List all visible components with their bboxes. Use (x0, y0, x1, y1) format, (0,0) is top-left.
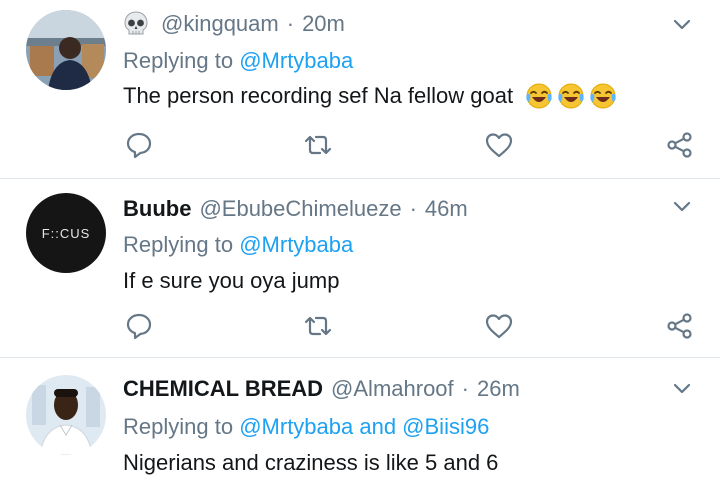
tweet-text: If e sure you oya jump (123, 268, 339, 294)
chevron-down-icon[interactable] (670, 194, 694, 218)
tweet-header: @kingquam · 20m (123, 9, 345, 39)
chevron-down-icon[interactable] (670, 12, 694, 36)
face-with-tears-of-joy-icon (558, 83, 584, 109)
tweet-timestamp[interactable]: 46m (425, 196, 468, 222)
tweet-3[interactable]: CHEMICAL BREAD @Almahroof · 26m Replying… (0, 358, 720, 480)
separator-dot: · (409, 196, 417, 221)
tweet-header: CHEMICAL BREAD @Almahroof · 26m (123, 374, 520, 404)
tweet-body: If e sure you oya jump (123, 268, 340, 293)
avatar-logo-text: F::CUS (41, 225, 91, 241)
tweet-body: Nigerians and craziness is like 5 and 6 (123, 450, 499, 475)
avatar[interactable]: F::CUS (26, 193, 106, 273)
reply-icon[interactable] (124, 130, 154, 160)
replying-to-label: Replying to (123, 232, 234, 257)
separator-dot: · (461, 376, 469, 401)
retweet-icon[interactable] (303, 311, 333, 341)
tweet-text: The person recording sef Na fellow goat (123, 82, 617, 110)
tweet-2[interactable]: F::CUS Buube @EbubeChimelueze · 46m Repl… (0, 179, 720, 357)
tweet-header: Buube @EbubeChimelueze · 46m (123, 194, 468, 224)
user-handle[interactable]: @kingquam (161, 11, 279, 37)
mention-link[interactable]: @Mrtybaba and @Biisi96 (239, 414, 489, 439)
display-name[interactable]: CHEMICAL BREAD (123, 376, 323, 402)
mention-link[interactable]: @Mrtybaba (239, 232, 353, 257)
like-icon[interactable] (484, 130, 514, 160)
face-with-tears-of-joy-icon (526, 83, 552, 109)
avatar[interactable] (26, 375, 106, 455)
display-name[interactable]: Buube (123, 196, 191, 222)
replying-to-label: Replying to (123, 48, 234, 73)
share-icon[interactable] (665, 311, 695, 341)
replying-to-label: Replying to (123, 414, 234, 439)
like-icon[interactable] (484, 311, 514, 341)
skull-emoji-icon (124, 11, 148, 35)
tweet-timestamp[interactable]: 20m (302, 11, 345, 37)
user-handle[interactable]: @Almahroof (331, 376, 454, 402)
tweet-text: Nigerians and craziness is like 5 and 6 (123, 450, 498, 476)
avatar[interactable] (26, 10, 106, 90)
replying-to-line: Replying to @Mrtybaba (123, 232, 353, 258)
reply-icon[interactable] (124, 311, 154, 341)
replying-to-line: Replying to @Mrtybaba and @Biisi96 (123, 414, 489, 440)
replying-to-line: Replying to @Mrtybaba (123, 48, 353, 74)
tweet-1[interactable]: @kingquam · 20m Replying to @Mrtybaba Th… (0, 0, 720, 180)
chevron-down-icon[interactable] (670, 376, 694, 400)
face-with-tears-of-joy-icon (590, 83, 616, 109)
user-handle[interactable]: @EbubeChimelueze (199, 196, 401, 222)
tweet-body: The person recording sef Na fellow goat (123, 83, 514, 108)
retweet-icon[interactable] (303, 130, 333, 160)
tweet-timestamp[interactable]: 26m (477, 376, 520, 402)
mention-link[interactable]: @Mrtybaba (239, 48, 353, 73)
share-icon[interactable] (665, 130, 695, 160)
separator-dot: · (286, 11, 295, 36)
